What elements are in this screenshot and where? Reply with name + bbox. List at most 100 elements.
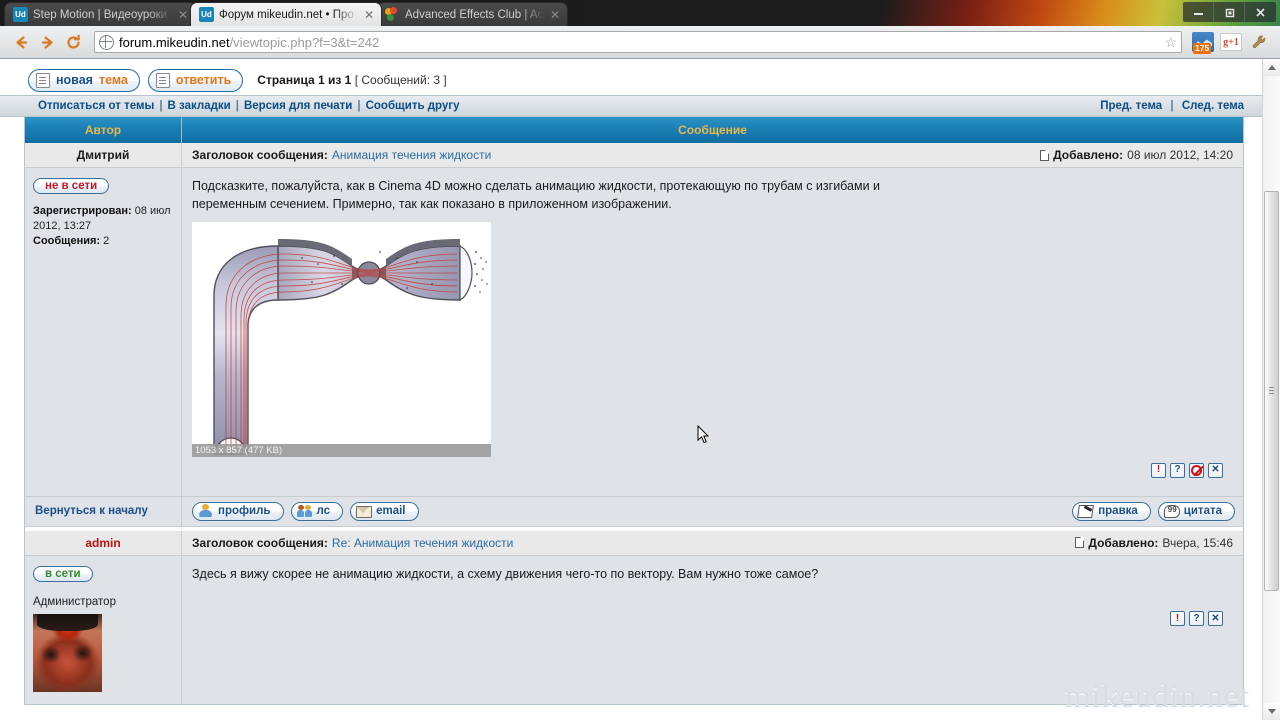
back-button[interactable] <box>8 29 34 55</box>
document-icon <box>1075 537 1085 548</box>
bookmark-topic-link[interactable]: В закладки <box>168 100 231 112</box>
url-path: /viewtopic.php?f=3&t=242 <box>229 34 380 50</box>
unsubscribe-topic-link[interactable]: Отписаться от темы <box>38 100 154 112</box>
help-icon[interactable]: ? <box>1170 462 1185 478</box>
post-actions: профиль лс email правка 99 цитата <box>182 497 1243 526</box>
tab-title: Форум mikeudin.net • Про <box>219 8 354 21</box>
profile-label: профиль <box>218 505 271 517</box>
profile-button[interactable]: профиль <box>192 501 284 521</box>
post-attachment[interactable]: 1053 x 857 (477 KB) <box>192 221 491 457</box>
close-window-button[interactable] <box>1245 2 1276 22</box>
ud-favicon-icon: Ud <box>13 7 28 22</box>
block-user-icon[interactable] <box>1189 462 1204 478</box>
url-host: forum.mikeudin.net <box>119 34 230 50</box>
post-content: Здесь я вижу скорее не анимацию жидкости… <box>182 555 1243 704</box>
page-label: Страница 1 из 1 <box>257 73 352 87</box>
prev-topic-link[interactable]: Пред. тема <box>1100 100 1162 112</box>
column-header-message: Сообщение <box>678 123 747 137</box>
next-topic-link[interactable]: След. тема <box>1182 100 1244 112</box>
post-subject-link[interactable]: Re: Анимация течения жидкости <box>332 536 513 550</box>
forum-page: новая тема ответить Страница 1 из 1 [ Со… <box>0 59 1262 720</box>
envelope-icon <box>356 504 373 518</box>
post-body-row: не в сети Зарегистрирован: 08 июл 2012, … <box>25 168 1243 496</box>
post-date: Добавлено: Вчера, 15:46 <box>1075 536 1233 550</box>
browser-tab-3[interactable]: Advanced Effects Club | Ac ✕ <box>376 2 568 26</box>
pipe-flow-render <box>192 221 491 457</box>
quote-label: цитата <box>1183 505 1222 517</box>
ud-favicon-icon: Ud <box>199 7 214 22</box>
quote-button[interactable]: цитата <box>1157 501 1235 521</box>
topic-tools-bar: Отписаться от темы | В закладки | Версия… <box>0 95 1262 117</box>
status-badge[interactable]: в сети <box>33 565 93 582</box>
browser-window: Ud Step Motion | Видеоуроки ✕ Ud Форум m… <box>0 0 1280 720</box>
topic-nav-right: Пред. тема | След. тема <box>1100 100 1244 112</box>
close-icon[interactable]: ✕ <box>549 8 561 22</box>
post-text: Подсказките, пожалуйста, как в Cinema 4D… <box>192 179 881 211</box>
vertical-scrollbar[interactable] <box>1262 59 1280 720</box>
author-meta: Зарегистрирован: 08 июл 2012, 13:27 Сооб… <box>33 204 173 249</box>
status-badge[interactable]: не в сети <box>33 178 110 194</box>
minimize-button[interactable] <box>1183 2 1214 22</box>
browser-tab-2[interactable]: Ud Форум mikeudin.net • Про ✕ <box>190 2 382 26</box>
posts-count-label: Сообщения: <box>33 234 101 247</box>
reload-button[interactable] <box>60 29 86 55</box>
separator: | <box>159 100 163 112</box>
post-body-row: в сети Администратор Здесь я вижу скорее… <box>25 555 1243 704</box>
post-moderation-icons: ! ? ✕ <box>192 457 1231 486</box>
maximize-restore-button[interactable] <box>1214 2 1245 22</box>
email-button[interactable]: email <box>350 501 419 521</box>
bookmark-star-icon[interactable]: ☆ <box>1164 34 1177 51</box>
wrench-icon <box>1252 35 1265 48</box>
scrollbar-thumb[interactable] <box>1264 191 1279 591</box>
pagination-info: Страница 1 из 1 [ Сообщений: 3 ] <box>257 73 446 87</box>
chrome-menu-button[interactable] <box>1246 29 1272 55</box>
post-content: Подсказките, пожалуйста, как в Cinema 4D… <box>182 168 1243 496</box>
new-topic-button[interactable]: новая тема <box>28 68 140 92</box>
column-header-author: Автор <box>25 117 182 143</box>
page-viewport: новая тема ответить Страница 1 из 1 [ Со… <box>0 59 1280 720</box>
delete-post-icon[interactable]: ✕ <box>1208 462 1223 478</box>
browser-tab-1[interactable]: Ud Step Motion | Видеоуроки ✕ <box>4 2 196 26</box>
document-icon <box>1040 149 1050 161</box>
forward-button[interactable] <box>34 29 60 55</box>
post-date: Добавлено: 08 июл 2012, 14:20 <box>1040 148 1233 162</box>
print-view-link[interactable]: Версия для печати <box>244 100 352 112</box>
edit-button[interactable]: правка <box>1072 501 1151 521</box>
private-message-button[interactable]: лс <box>290 501 344 521</box>
reply-label: ответить <box>175 73 232 87</box>
posts-count-label: [ Сообщений: 3 ] <box>354 73 447 87</box>
users-icon <box>296 504 312 518</box>
tell-a-friend-link[interactable]: Сообщить другу <box>366 100 460 112</box>
report-post-icon[interactable]: ! <box>1151 462 1166 478</box>
tab-strip: Ud Step Motion | Видеоуроки ✕ Ud Форум m… <box>0 0 1280 26</box>
title-bar: Ud Step Motion | Видеоуроки ✕ Ud Форум m… <box>0 0 1280 26</box>
extension-badge: 175 <box>1193 43 1212 54</box>
posts-count-value: 2 <box>103 234 110 247</box>
pencil-icon <box>1078 504 1093 518</box>
google-plus-one-button[interactable]: g+1 <box>1218 29 1244 55</box>
scroll-down-button[interactable] <box>1263 703 1280 720</box>
help-icon[interactable]: ? <box>1189 611 1204 627</box>
page-icon <box>36 72 50 88</box>
avatar <box>33 613 102 692</box>
edit-label: правка <box>1098 505 1138 517</box>
close-icon[interactable]: ✕ <box>177 8 189 22</box>
post-moderation-icons: ! ? ✕ <box>192 583 1231 634</box>
back-to-top-link[interactable]: Вернуться к началу <box>25 496 182 526</box>
reply-button[interactable]: ответить <box>147 68 244 92</box>
tab-title: Advanced Effects Club | Ac <box>405 8 544 21</box>
subject-label: Заголовок сообщения: <box>192 148 328 162</box>
delete-post-icon[interactable]: ✕ <box>1208 611 1223 627</box>
close-icon[interactable]: ✕ <box>363 8 375 22</box>
scroll-up-button[interactable] <box>1263 59 1280 76</box>
browser-toolbar: forum.mikeudin.net /viewtopic.php?f=3&t=… <box>0 26 1280 59</box>
topic-action-bar: новая тема ответить Страница 1 из 1 [ Со… <box>0 59 1262 95</box>
post-subject-link[interactable]: Анимация течения жидкости <box>332 148 491 162</box>
post-header-row: admin Заголовок сообщения: Re: Анимация … <box>25 530 1243 556</box>
extension-button-175[interactable]: 175 <box>1190 29 1216 55</box>
table-header-row: Автор Сообщение <box>25 117 1243 143</box>
user-icon <box>198 504 213 518</box>
report-post-icon[interactable]: ! <box>1170 611 1185 627</box>
address-bar[interactable]: forum.mikeudin.net /viewtopic.php?f=3&t=… <box>94 31 1182 53</box>
attachment-image[interactable]: 1053 x 857 (477 KB) <box>192 221 491 457</box>
